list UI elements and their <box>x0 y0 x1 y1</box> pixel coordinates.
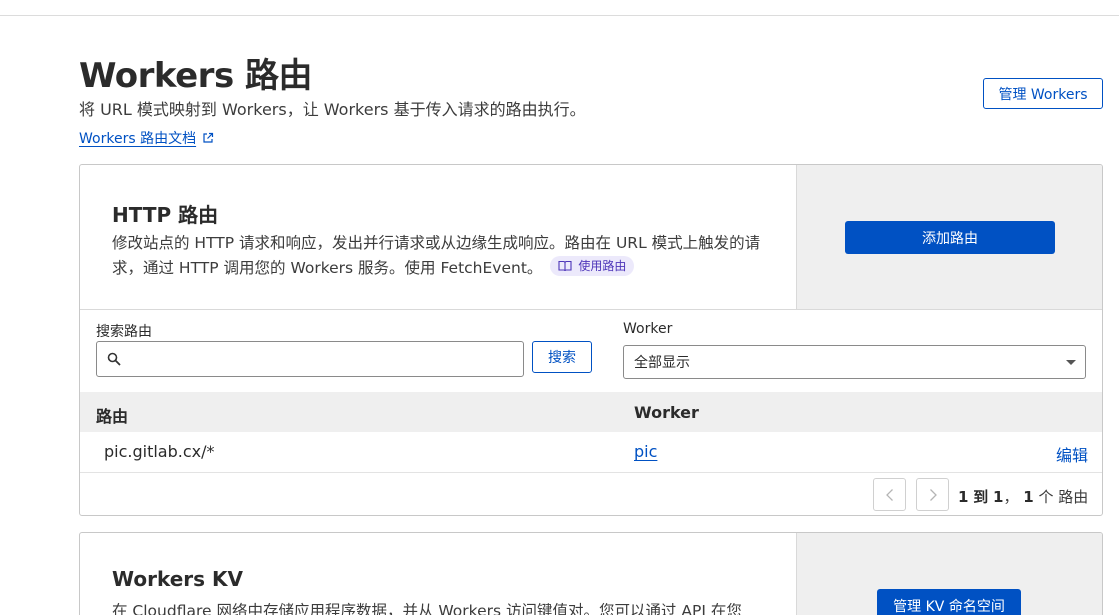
book-icon <box>558 260 572 272</box>
docs-link-label: Workers 路由文档 <box>79 131 197 147</box>
caret-down-icon <box>1066 360 1076 365</box>
table-row: pic.gitlab.cx/* pic 编辑 <box>80 432 1102 473</box>
http-routes-description: 修改站点的 HTTP 请求和响应，发出并行请求或从边缘生成响应。路由在 URL … <box>112 231 782 281</box>
worker-filter-select[interactable]: 全部显示 <box>623 345 1086 379</box>
http-routes-side-panel: 添加路由 <box>796 165 1102 310</box>
workers-kv-intro: Workers KV 在 Cloudflare 网络中存储应用程序数据，并从 W… <box>80 533 796 615</box>
manage-kv-namespaces-button[interactable]: 管理 KV 命名空间 <box>877 589 1021 615</box>
column-header-worker: Worker <box>634 403 699 422</box>
search-routes-field[interactable] <box>96 341 524 377</box>
external-link-icon <box>203 132 214 143</box>
worker-filter-label: Worker <box>623 321 673 337</box>
manage-workers-button[interactable]: 管理 Workers <box>983 78 1103 109</box>
previous-page-button[interactable] <box>873 478 906 511</box>
search-icon <box>107 352 121 366</box>
worker-filter-value: 全部显示 <box>634 355 690 371</box>
search-routes-input[interactable] <box>129 351 509 367</box>
pagination-to-word: 到 <box>973 488 989 506</box>
pagination-to: 1 <box>993 488 1004 506</box>
pagination-from: 1 <box>958 488 969 506</box>
search-routes-label: 搜索路由 <box>96 324 152 340</box>
page-subtitle: 将 URL 模式映射到 Workers，让 Workers 基于传入请求的路由执… <box>79 100 586 119</box>
route-pattern: pic.gitlab.cx/* <box>104 442 215 461</box>
http-routes-title: HTTP 路由 <box>112 203 219 227</box>
chevron-right-icon <box>929 488 937 501</box>
chevron-left-icon <box>885 488 893 501</box>
http-routes-intro: HTTP 路由 修改站点的 HTTP 请求和响应，发出并行请求或从边缘生成响应。… <box>80 165 796 310</box>
use-routes-pill[interactable]: 使用路由 <box>550 256 635 276</box>
pagination-total: 1 <box>1023 488 1034 506</box>
worker-link[interactable]: pic <box>634 442 657 461</box>
top-divider <box>0 15 1119 16</box>
add-route-button[interactable]: 添加路由 <box>845 221 1055 254</box>
routes-table-header: 路由 Worker <box>80 392 1102 432</box>
http-routes-description-text: 修改站点的 HTTP 请求和响应，发出并行请求或从边缘生成响应。路由在 URL … <box>112 234 761 277</box>
http-routes-card: HTTP 路由 修改站点的 HTTP 请求和响应，发出并行请求或从边缘生成响应。… <box>79 164 1103 516</box>
pagination-unit: 个 路由 <box>1038 488 1089 506</box>
next-page-button[interactable] <box>916 478 949 511</box>
pagination-summary: 1 到 1， 1 个 路由 <box>958 488 1089 506</box>
workers-kv-title: Workers KV <box>112 567 243 591</box>
edit-route-link[interactable]: 编辑 <box>1056 442 1088 466</box>
search-button[interactable]: 搜索 <box>532 341 592 373</box>
workers-kv-card: Workers KV 在 Cloudflare 网络中存储应用程序数据，并从 W… <box>79 532 1103 615</box>
workers-kv-side-panel: 管理 KV 命名空间 <box>796 533 1102 615</box>
column-header-route: 路由 <box>96 407 129 426</box>
docs-link[interactable]: Workers 路由文档 <box>79 128 214 148</box>
page-title: Workers 路由 <box>79 56 313 96</box>
workers-kv-description: 在 Cloudflare 网络中存储应用程序数据，并从 Workers 访问键值… <box>112 602 742 615</box>
use-routes-pill-label: 使用路由 <box>578 258 627 273</box>
